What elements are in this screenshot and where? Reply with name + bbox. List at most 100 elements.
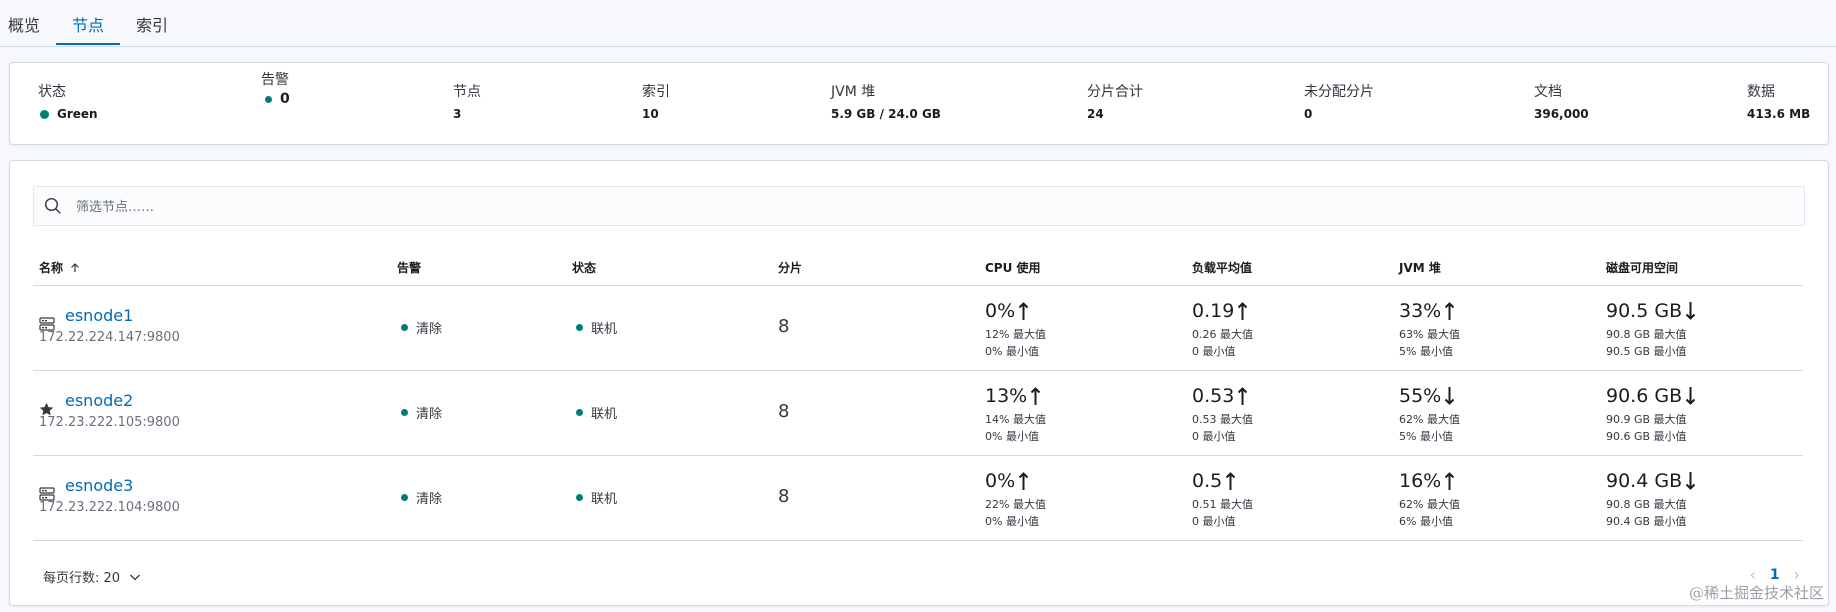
- active-tab-indicator: [56, 43, 120, 45]
- summary-total-shards: 分片合计 24: [1087, 81, 1143, 121]
- trend-up-icon: [1031, 387, 1041, 405]
- summary-total-shards-label: 分片合计: [1087, 84, 1143, 100]
- disk-free-max: 90.8 GB 最大值: [1606, 498, 1687, 511]
- node-status-cell: 联机: [576, 318, 617, 337]
- trend-up-icon: [1238, 387, 1248, 405]
- cpu-usage-cell: 0% 22% 最大值 0% 最小值: [985, 470, 1046, 530]
- summary-documents: 文档 396,000: [1534, 81, 1589, 121]
- column-cpu[interactable]: CPU 使用: [985, 259, 1041, 276]
- summary-jvm-value: 5.9 GB / 24.0 GB: [831, 107, 941, 121]
- node-filter-search[interactable]: [33, 186, 1805, 227]
- column-status[interactable]: 状态: [572, 259, 596, 276]
- jvm-heap-cell: 55% 62% 最大值 5% 最小值: [1399, 385, 1460, 445]
- column-name[interactable]: 名称: [39, 259, 81, 276]
- summary-alerts-label: 告警: [261, 72, 289, 88]
- summary-status: 状态 Green: [38, 81, 98, 121]
- node-status-cell: 联机: [576, 488, 617, 507]
- column-shards[interactable]: 分片: [778, 259, 802, 276]
- jvm-heap-min: 5% 最小值: [1399, 345, 1453, 358]
- trend-down-icon: [1445, 387, 1455, 405]
- summary-nodes: 节点 3: [453, 81, 481, 121]
- node-name-link[interactable]: esnode2: [65, 391, 133, 410]
- jvm-heap-value: 16%: [1399, 470, 1442, 492]
- load-average-value: 0.19: [1192, 300, 1235, 322]
- trend-down-icon: [1685, 302, 1696, 320]
- watermark: @稀土掘金技术社区: [1688, 584, 1824, 602]
- summary-indices-label: 索引: [642, 84, 670, 100]
- disk-free-min: 90.5 GB 最小值: [1606, 345, 1687, 358]
- node-address: 172.22.224.147:9800: [39, 330, 180, 345]
- cpu-usage-max: 14% 最大值: [985, 413, 1046, 426]
- alert-status-cell: 清除: [401, 318, 442, 337]
- column-disk-free[interactable]: 磁盘可用空间: [1606, 259, 1678, 276]
- disk-free-value: 90.6 GB: [1606, 385, 1683, 407]
- node-status-cell: 联机: [576, 403, 617, 422]
- summary-jvm-label: JVM 堆: [831, 84, 876, 100]
- summary-data-label: 数据: [1747, 84, 1775, 100]
- column-alerts[interactable]: 告警: [397, 259, 421, 276]
- jvm-heap-max: 62% 最大值: [1399, 413, 1460, 426]
- cpu-usage-cell: 0% 12% 最大值 0% 最小值: [985, 300, 1046, 360]
- column-jvm-heap[interactable]: JVM 堆: [1399, 259, 1441, 276]
- summary-jvm: JVM 堆 5.9 GB / 24.0 GB: [831, 81, 941, 121]
- jvm-heap-max: 62% 最大值: [1399, 498, 1460, 511]
- disk-free-max: 90.8 GB 最大值: [1606, 328, 1687, 341]
- node-address: 172.23.222.105:9800: [39, 415, 180, 430]
- summary-alerts-value[interactable]: 0: [280, 91, 290, 107]
- summary-alerts: 告警 0: [261, 69, 290, 107]
- tab-nodes[interactable]: 节点: [72, 12, 104, 36]
- alert-dot-icon: [265, 95, 272, 103]
- cluster-summary-panel: 状态 Green 告警 0 节点 3 索引 10 JVM 堆 5.9 GB / …: [9, 62, 1829, 145]
- trend-down-icon: [1685, 472, 1696, 490]
- cpu-usage-min: 0% 最小值: [985, 430, 1039, 443]
- trend-up-icon: [1445, 472, 1455, 490]
- load-average-cell: 0.5 0.51 最大值 0 最小值: [1192, 470, 1253, 530]
- summary-data: 数据 413.6 MB: [1747, 81, 1810, 121]
- alert-status-dot-icon: [401, 409, 408, 416]
- jvm-heap-min: 6% 最小值: [1399, 515, 1453, 528]
- alert-status-text: 清除: [416, 407, 443, 422]
- summary-data-value: 413.6 MB: [1747, 107, 1811, 121]
- tab-overview[interactable]: 概览: [8, 12, 40, 36]
- node-address: 172.23.222.104:9800: [39, 500, 180, 515]
- summary-documents-value: 396,000: [1534, 107, 1589, 121]
- cpu-usage-min: 0% 最小值: [985, 345, 1039, 358]
- star-icon: [39, 402, 54, 416]
- disk-free-cell: 90.6 GB 90.9 GB 最大值 90.6 GB 最小值: [1606, 385, 1696, 445]
- alert-status-dot-icon: [401, 324, 408, 331]
- cpu-usage-value: 0%: [985, 470, 1016, 492]
- rows-per-page-selector[interactable]: 每页行数: 20: [43, 567, 142, 586]
- tab-indices[interactable]: 索引: [136, 12, 168, 36]
- node-status-dot-icon: [576, 324, 583, 331]
- table-header: 名称 告警 状态 分片 CPU 使用 负载平均值 JVM 堆 磁盘可用空间: [33, 251, 1803, 286]
- cpu-usage-min: 0% 最小值: [985, 515, 1039, 528]
- top-tabs: 概览 节点 索引: [0, 0, 1836, 47]
- page-number[interactable]: 1: [1770, 567, 1780, 583]
- jvm-heap-min: 5% 最小值: [1399, 430, 1453, 443]
- load-average-min: 0 最小值: [1192, 515, 1236, 528]
- trend-up-icon: [1018, 472, 1029, 490]
- node-status-text: 联机: [591, 407, 618, 422]
- cpu-usage-max: 12% 最大值: [985, 328, 1046, 341]
- cpu-usage-cell: 13% 14% 最大值 0% 最小值: [985, 385, 1046, 445]
- trend-up-icon: [1238, 302, 1248, 320]
- load-average-cell: 0.53 0.53 最大值 0 最小值: [1192, 385, 1253, 445]
- alert-status-cell: 清除: [401, 403, 442, 422]
- alert-status-text: 清除: [416, 322, 443, 337]
- column-load-average[interactable]: 负载平均值: [1192, 259, 1252, 276]
- column-name-label: 名称: [39, 261, 64, 275]
- node-filter-input[interactable]: [74, 187, 1778, 227]
- load-average-cell: 0.19 0.26 最大值 0 最小值: [1192, 300, 1253, 360]
- trend-up-icon: [1445, 302, 1455, 320]
- load-average-value: 0.5: [1192, 470, 1223, 492]
- load-average-max: 0.53 最大值: [1192, 413, 1253, 426]
- cpu-usage-value: 0%: [985, 300, 1016, 322]
- disk-free-min: 90.6 GB 最小值: [1606, 430, 1687, 443]
- trend-down-icon: [1685, 387, 1696, 405]
- sort-ascending-icon: [71, 262, 79, 272]
- server-icon: [39, 317, 55, 331]
- node-status-dot-icon: [576, 409, 583, 416]
- node-status-text: 联机: [591, 492, 618, 507]
- node-name-link[interactable]: esnode1: [65, 306, 133, 325]
- node-name-link[interactable]: esnode3: [65, 476, 133, 495]
